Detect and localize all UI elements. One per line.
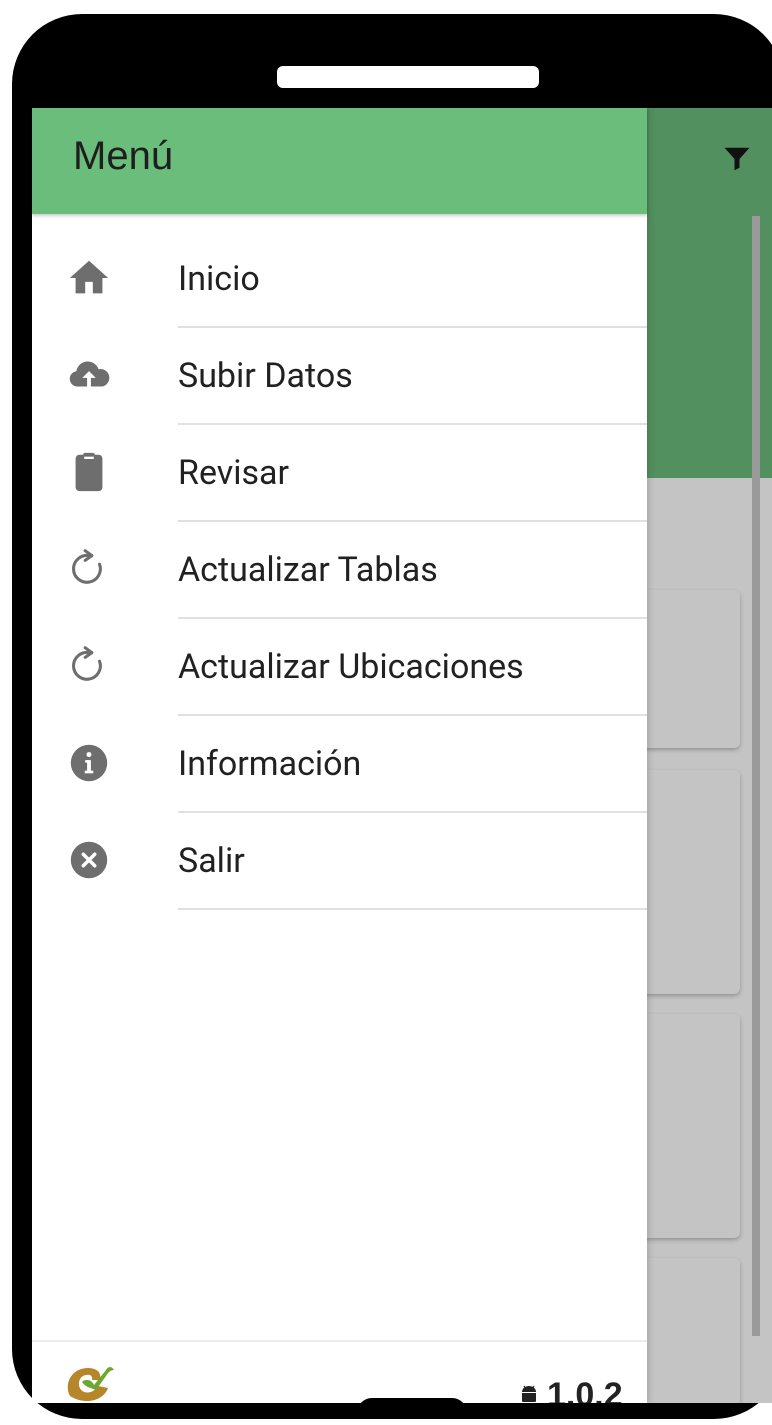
home-indicator[interactable] — [357, 1398, 467, 1403]
phone-speaker — [277, 66, 539, 88]
menu-item-actualizar-tablas[interactable]: Actualizar Tablas — [32, 522, 647, 619]
menu-item-subir-datos[interactable]: Subir Datos — [32, 328, 647, 425]
menu-item-label: Actualizar Ubicaciones — [178, 647, 524, 687]
home-icon — [69, 260, 109, 294]
menu-item-label: Información — [178, 744, 362, 784]
app-logo — [67, 1367, 114, 1402]
menu-item-label: Actualizar Tablas — [178, 550, 438, 590]
menu-item-inicio[interactable]: Inicio — [32, 231, 647, 328]
info-icon — [70, 744, 108, 782]
menu-item-label: Revisar — [178, 453, 290, 493]
drawer-title: Menú — [73, 134, 174, 178]
close-circle-icon — [70, 841, 108, 879]
cloud-upload-icon — [69, 361, 110, 388]
clipboard-icon — [75, 452, 103, 492]
menu-item-label: Inicio — [178, 259, 260, 299]
menu-item-label: Salir — [178, 841, 245, 881]
android-icon — [522, 1385, 536, 1402]
menu-divider — [178, 908, 647, 910]
refresh-icon — [72, 646, 102, 681]
version-info: 1.0.2 — [517, 1376, 623, 1403]
menu-item-salir[interactable]: Salir — [32, 813, 647, 910]
drawer-header: Menú — [32, 108, 647, 214]
menu-item-actualizar-ubicaciones[interactable]: Actualizar Ubicaciones — [32, 619, 647, 716]
scrollbar[interactable] — [752, 216, 760, 1336]
filter-icon[interactable] — [722, 144, 752, 174]
menu-item-label: Subir Datos — [178, 356, 353, 396]
refresh-icon — [72, 549, 102, 584]
menu-item-revisar[interactable]: Revisar — [32, 425, 647, 522]
drawer-footer-divider — [32, 1340, 647, 1342]
menu-item-informacion[interactable]: Información — [32, 716, 647, 813]
navigation-drawer: Menú Inicio Subir Datos Revisar Actualiz… — [32, 108, 647, 1403]
version-label: 1.0.2 — [547, 1375, 623, 1404]
screen: Menú Inicio Subir Datos Revisar Actualiz… — [32, 108, 772, 1403]
